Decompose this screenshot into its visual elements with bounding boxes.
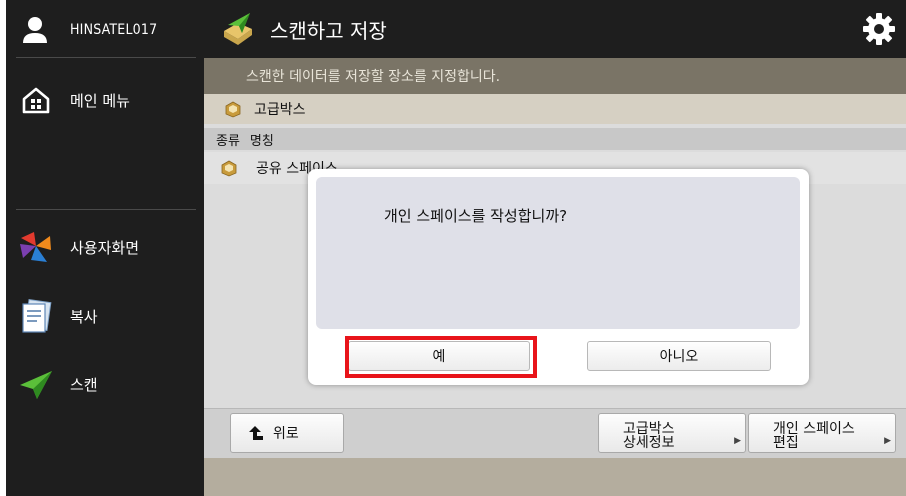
copy-icon bbox=[16, 296, 56, 336]
scan-icon bbox=[16, 364, 56, 404]
current-location: 고급박스 bbox=[204, 94, 906, 124]
user-icon bbox=[23, 17, 47, 43]
footer-bar bbox=[204, 458, 906, 496]
highlight-box bbox=[345, 336, 537, 378]
bottom-toolbar: 위로 고급박스 상세정보 ▶ 개인 스페이스 편집 ▶ bbox=[204, 408, 906, 458]
column-type[interactable]: 종류 bbox=[216, 130, 240, 149]
sidebar-item-label: 복사 bbox=[70, 307, 98, 326]
up-button-label: 위로 bbox=[273, 426, 299, 442]
gear-icon[interactable] bbox=[862, 12, 896, 46]
sidebar-item-scan[interactable]: 스캔 bbox=[6, 358, 204, 410]
edit-personal-space-line1: 개인 스페이스 bbox=[773, 421, 855, 437]
dialog-message: 개인 스페이스를 작성합니까? bbox=[384, 207, 568, 225]
caret-right-icon: ▶ bbox=[884, 436, 891, 446]
user-account[interactable]: HINSATEL017 bbox=[6, 0, 204, 60]
user-screen-icon bbox=[16, 227, 56, 267]
title-bar: 스캔하고 저장 bbox=[204, 0, 906, 58]
username: HINSATEL017 bbox=[70, 22, 158, 38]
up-arrow-icon bbox=[249, 426, 263, 440]
no-button[interactable]: 아니오 bbox=[587, 341, 771, 371]
box-icon bbox=[221, 160, 237, 177]
sidebar-item-label: 스캔 bbox=[70, 375, 98, 394]
edit-personal-space-line2: 편집 bbox=[773, 435, 799, 451]
edit-personal-space-button[interactable]: 개인 스페이스 편집 ▶ bbox=[748, 413, 896, 453]
caret-right-icon: ▶ bbox=[734, 436, 741, 446]
box-details-line1: 고급박스 bbox=[623, 421, 675, 437]
sidebar-item-main-menu[interactable]: 메인 메뉴 bbox=[6, 74, 204, 126]
divider bbox=[16, 57, 196, 58]
list-column-header: 종류 명칭 bbox=[204, 128, 906, 150]
box-details-button[interactable]: 고급박스 상세정보 ▶ bbox=[598, 413, 746, 453]
sidebar-item-label: 사용자화면 bbox=[70, 238, 140, 257]
box-icon bbox=[225, 101, 241, 118]
home-icon bbox=[16, 80, 56, 120]
sidebar-item-user-screen[interactable]: 사용자화면 bbox=[6, 221, 204, 273]
up-button[interactable]: 위로 bbox=[230, 413, 344, 453]
box-details-line2: 상세정보 bbox=[623, 435, 675, 451]
column-name[interactable]: 명칭 bbox=[250, 130, 274, 149]
sidebar-item-label: 메인 메뉴 bbox=[70, 91, 130, 110]
page-title: 스캔하고 저장 bbox=[270, 18, 387, 43]
dialog-message-box: 개인 스페이스를 작성합니까? bbox=[316, 177, 800, 329]
location-label: 고급박스 bbox=[254, 102, 306, 118]
sidebar-item-copy[interactable]: 복사 bbox=[6, 290, 204, 342]
divider bbox=[16, 209, 196, 210]
scan-and-store-icon bbox=[224, 13, 252, 45]
sidebar: HINSATEL017 메인 메뉴 사용자화면 복사 스캔 bbox=[6, 0, 204, 496]
instruction-text: 스캔한 데이터를 저장할 장소를 지정합니다. bbox=[204, 58, 906, 94]
